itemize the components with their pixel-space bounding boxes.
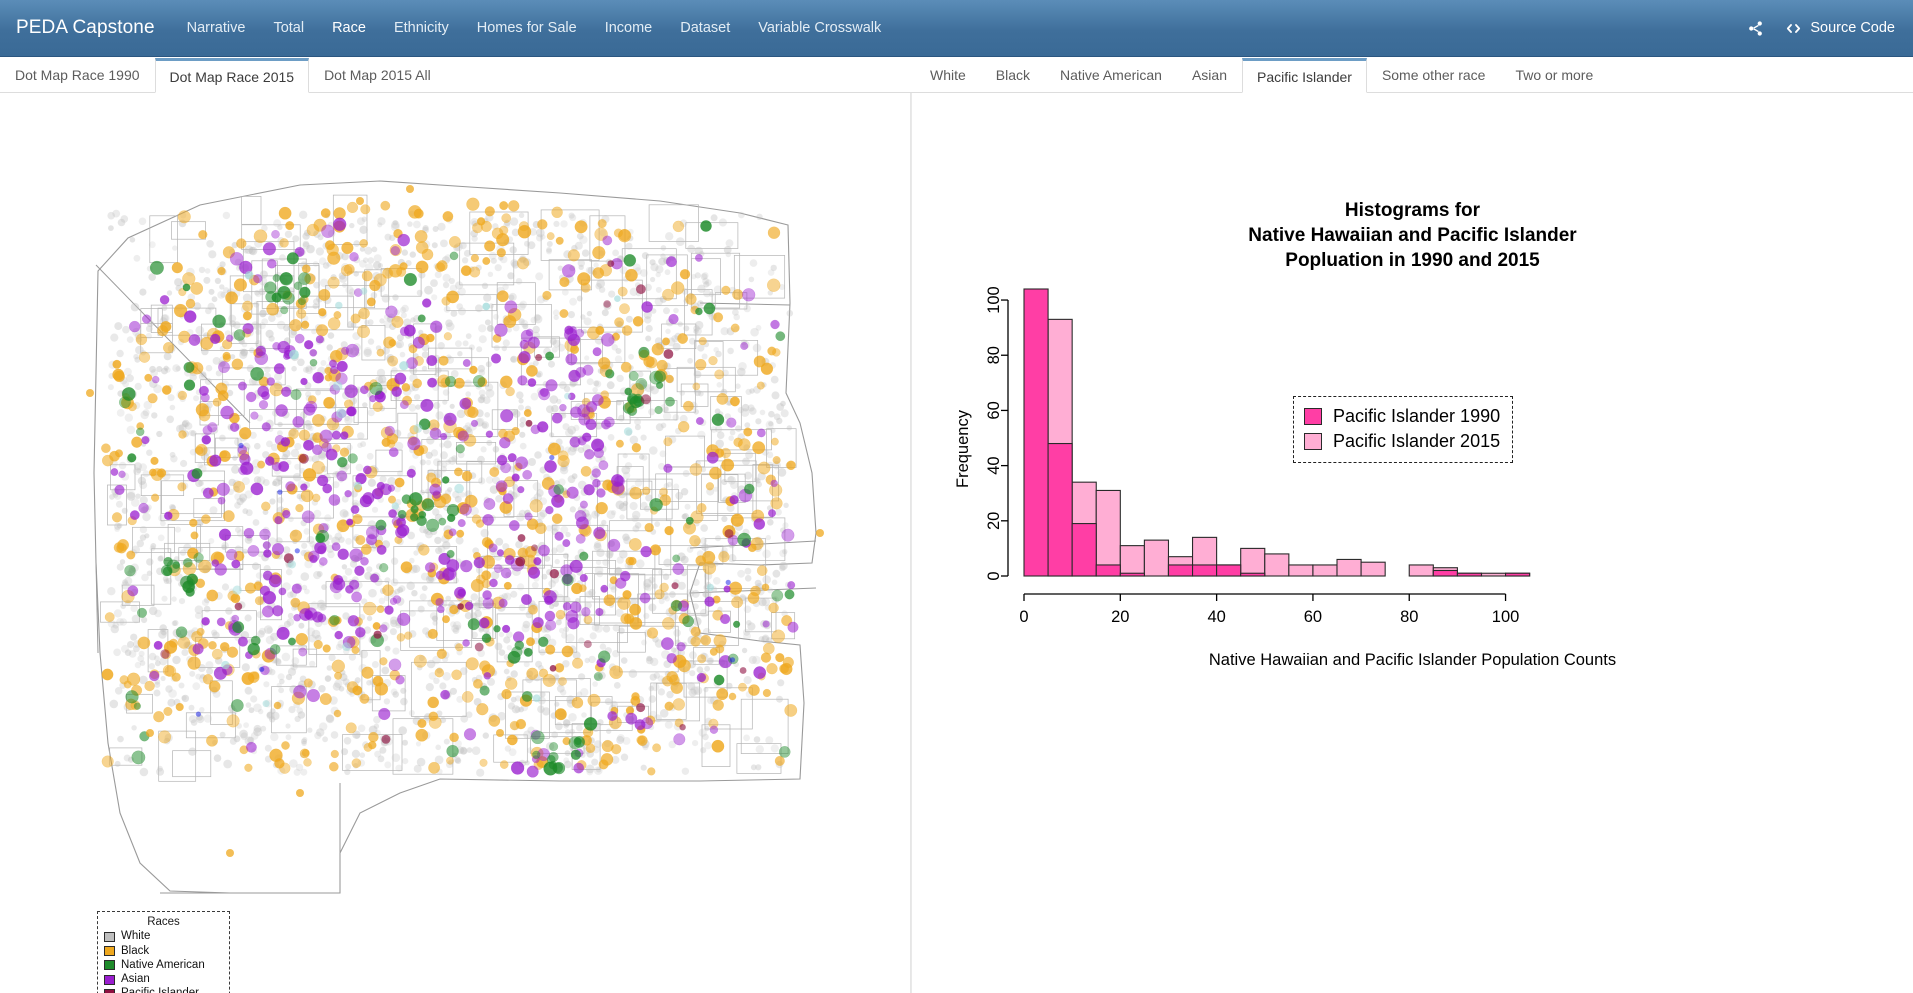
nav-link-race[interactable]: Race (318, 0, 380, 56)
dot-map-canvas[interactable] (0, 93, 911, 993)
map-legend-item-pacific-islander: Pacific Islander (104, 987, 223, 993)
svg-text:60: 60 (985, 401, 1003, 419)
left-tabstrip: Dot Map Race 1990 Dot Map Race 2015 Dot … (0, 57, 911, 93)
legend-swatch-asian (104, 974, 115, 985)
chart-legend-item-2015: Pacific Islander 2015 (1304, 429, 1500, 454)
nav-link-narrative[interactable]: Narrative (173, 0, 260, 56)
chart-legend: Pacific Islander 1990 Pacific Islander 2… (1293, 396, 1514, 463)
chart-legend-item-1990: Pacific Islander 1990 (1304, 404, 1500, 429)
map-legend-item-black: Black (104, 944, 223, 958)
tab-some-other-race[interactable]: Some other race (1367, 57, 1501, 92)
legend-label-black: Black (121, 944, 150, 957)
svg-text:20: 20 (1111, 608, 1129, 626)
tab-pacific-islander[interactable]: Pacific Islander (1242, 58, 1367, 93)
histogram-chart: Histograms for Native Hawaiian and Pacif… (912, 93, 1913, 993)
navbar-right-actions: Source Code (1747, 20, 1913, 37)
tab-black[interactable]: Black (981, 57, 1045, 92)
nav-link-variable-crosswalk[interactable]: Variable Crosswalk (744, 0, 895, 56)
chart-legend-label-1990: Pacific Islander 1990 (1333, 406, 1501, 426)
code-icon (1784, 20, 1803, 37)
legend-label-native-american: Native American (121, 958, 205, 971)
tab-asian[interactable]: Asian (1177, 57, 1242, 92)
y-axis-title: Frequency (954, 409, 972, 488)
svg-text:60: 60 (1304, 608, 1322, 626)
legend-label-asian: Asian (121, 972, 150, 985)
legend-label-pacific-islander: Pacific Islander (121, 988, 199, 993)
nav-link-homes-for-sale[interactable]: Homes for Sale (463, 0, 591, 56)
tab-white[interactable]: White (915, 57, 981, 92)
map-legend: Races White Black Native American Asian … (97, 911, 230, 993)
tab-native-american[interactable]: Native American (1045, 57, 1177, 92)
nav-link-income[interactable]: Income (591, 0, 667, 56)
chart-legend-label-2015: Pacific Islander 2015 (1333, 431, 1501, 451)
svg-text:80: 80 (985, 346, 1003, 364)
legend-swatch-native-american (104, 960, 115, 971)
svg-text:40: 40 (1207, 608, 1225, 626)
svg-text:0: 0 (985, 571, 1003, 580)
dot-map-panel: Races White Black Native American Asian … (0, 93, 911, 993)
map-legend-item-asian: Asian (104, 973, 223, 987)
histogram-panel: Histograms for Native Hawaiian and Pacif… (911, 93, 1913, 993)
source-code-button[interactable]: Source Code (1784, 20, 1895, 37)
top-navbar: PEDA Capstone Narrative Total Race Ethni… (0, 0, 1913, 57)
legend-label-white: White (121, 930, 151, 943)
x-axis-title: Native Hawaiian and Pacific Islander Pop… (1208, 651, 1617, 669)
share-button[interactable] (1747, 20, 1764, 37)
tab-dot-map-race-1990[interactable]: Dot Map Race 1990 (0, 57, 155, 92)
legend-swatch-pacific-islander (104, 988, 115, 993)
svg-text:100: 100 (1492, 608, 1520, 626)
legend-swatch-white (104, 932, 115, 943)
svg-text:20: 20 (985, 512, 1003, 530)
svg-text:0: 0 (1019, 608, 1028, 626)
nav-link-total[interactable]: Total (259, 0, 318, 56)
tab-dot-map-2015-all[interactable]: Dot Map 2015 All (309, 57, 446, 92)
dot-map[interactable] (0, 93, 910, 993)
map-legend-title: Races (147, 916, 180, 928)
map-legend-item-white: White (104, 930, 223, 944)
chart-legend-swatch-2015 (1304, 433, 1322, 450)
tab-two-or-more[interactable]: Two or more (1500, 57, 1608, 92)
app-brand[interactable]: PEDA Capstone (0, 17, 173, 39)
tab-dot-map-race-2015[interactable]: Dot Map Race 2015 (154, 58, 310, 93)
nav-link-dataset[interactable]: Dataset (666, 0, 744, 56)
map-legend-item-native-american: Native American (104, 958, 223, 972)
histogram-canvas: 0 20 40 60 80 100 0 20 40 60 80 100 (985, 286, 1531, 626)
svg-text:40: 40 (985, 456, 1003, 474)
legend-swatch-black (104, 946, 115, 957)
nav-link-ethnicity[interactable]: Ethnicity (380, 0, 463, 56)
svg-text:100: 100 (985, 286, 1003, 314)
nav-links: Narrative Total Race Ethnicity Homes for… (173, 0, 896, 56)
right-tabstrip: White Black Native American Asian Pacifi… (911, 57, 1913, 93)
share-icon (1747, 20, 1764, 37)
svg-text:80: 80 (1400, 608, 1418, 626)
chart-legend-swatch-1990 (1304, 408, 1322, 425)
source-code-label: Source Code (1810, 20, 1895, 36)
